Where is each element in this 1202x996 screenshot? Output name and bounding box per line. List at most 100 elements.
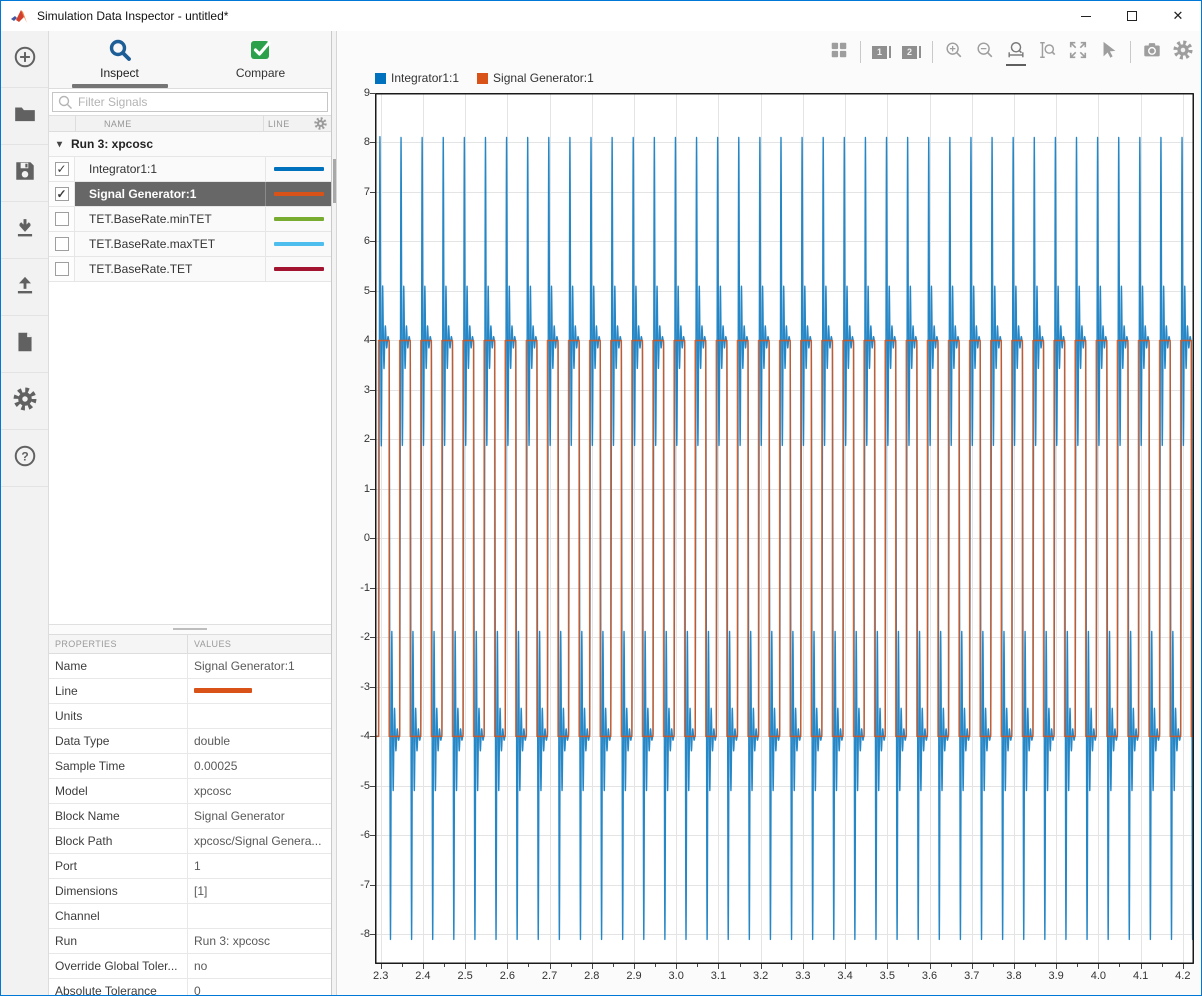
cursor-two-button[interactable]: 2 bbox=[902, 46, 921, 59]
y-tick-mark bbox=[370, 588, 375, 589]
signal-checkbox[interactable]: ✓ bbox=[55, 162, 69, 176]
property-value[interactable]: no bbox=[187, 954, 331, 978]
line-column-header[interactable]: LINE bbox=[263, 116, 309, 131]
horizontal-splitter[interactable] bbox=[49, 624, 331, 634]
fit-to-view-button[interactable] bbox=[1068, 40, 1088, 64]
property-row: Channel bbox=[49, 904, 331, 929]
new-session-button[interactable] bbox=[1, 31, 48, 88]
help-icon: ? bbox=[13, 444, 37, 473]
pointer-button[interactable] bbox=[1099, 40, 1119, 64]
toolbar-separator bbox=[860, 41, 861, 63]
preferences-icon bbox=[13, 387, 37, 416]
signal-checkbox[interactable]: ✓ bbox=[55, 187, 69, 201]
help-button[interactable]: ? bbox=[1, 430, 48, 487]
open-session-button[interactable] bbox=[1, 88, 48, 145]
property-label: Dimensions bbox=[49, 879, 187, 903]
export-data-button[interactable] bbox=[1, 259, 48, 316]
layout-button[interactable] bbox=[829, 40, 849, 64]
signal-name[interactable]: TET.BaseRate.TET bbox=[75, 257, 265, 281]
x-tick-label: 4.2 bbox=[1175, 970, 1190, 982]
signal-name[interactable]: Integrator1:1 bbox=[75, 157, 265, 181]
x-major-tick-mark bbox=[803, 964, 804, 969]
maximize-button[interactable] bbox=[1109, 1, 1155, 31]
x-minor-tick-mark bbox=[824, 964, 825, 967]
signal-line-cell[interactable] bbox=[265, 157, 331, 181]
minimize-button[interactable] bbox=[1063, 1, 1109, 31]
property-value[interactable]: 0.00025 bbox=[187, 754, 331, 778]
close-button[interactable]: ✕ bbox=[1155, 1, 1201, 31]
y-tick-mark bbox=[370, 340, 375, 341]
property-value[interactable]: Signal Generator:1 bbox=[187, 654, 331, 678]
preferences-button[interactable] bbox=[1, 373, 48, 430]
filter-signals-input[interactable] bbox=[78, 95, 327, 109]
tab-compare[interactable]: Compare bbox=[190, 31, 331, 88]
signal-checkbox[interactable] bbox=[55, 237, 69, 251]
zoom-out-button[interactable] bbox=[975, 40, 995, 64]
signal-row[interactable]: ✓ Integrator1:1 bbox=[49, 157, 331, 182]
x-major-tick-mark bbox=[592, 964, 593, 969]
save-session-button[interactable] bbox=[1, 145, 48, 202]
x-minor-tick-mark bbox=[866, 964, 867, 967]
property-value[interactable]: double bbox=[187, 729, 331, 753]
x-tick-label: 4.1 bbox=[1133, 970, 1148, 982]
plot-settings-button[interactable] bbox=[1173, 40, 1193, 64]
name-column-header[interactable]: NAME bbox=[75, 116, 263, 131]
signal-checkbox[interactable] bbox=[55, 212, 69, 226]
y-tick-mark bbox=[370, 439, 375, 440]
signal-row[interactable]: ✓ Signal Generator:1 bbox=[49, 182, 331, 207]
x-tick-label: 3.3 bbox=[795, 970, 810, 982]
window-title: Simulation Data Inspector - untitled* bbox=[37, 9, 228, 23]
signal-checkbox[interactable] bbox=[55, 262, 69, 276]
x-major-tick-mark bbox=[930, 964, 931, 969]
zoom-in-time-button[interactable] bbox=[1006, 40, 1026, 64]
y-tick-mark bbox=[370, 291, 375, 292]
property-value[interactable]: xpcosc bbox=[187, 779, 331, 803]
property-value[interactable] bbox=[187, 704, 331, 728]
x-tick-label: 3.5 bbox=[880, 970, 895, 982]
property-label: Line bbox=[49, 679, 187, 703]
title-bar: Simulation Data Inspector - untitled* ✕ bbox=[1, 1, 1201, 31]
signal-name[interactable]: TET.BaseRate.minTET bbox=[75, 207, 265, 231]
property-value[interactable]: 0 bbox=[187, 979, 331, 996]
legend-item: Signal Generator:1 bbox=[477, 71, 594, 85]
snapshot-button[interactable] bbox=[1142, 40, 1162, 64]
signal-plot-canvas[interactable] bbox=[375, 93, 1194, 964]
property-value[interactable]: Signal Generator bbox=[187, 804, 331, 828]
active-tab-indicator bbox=[72, 84, 168, 88]
property-value[interactable]: 1 bbox=[187, 854, 331, 878]
signal-row[interactable]: TET.BaseRate.minTET bbox=[49, 207, 331, 232]
zoom-in-y-button[interactable] bbox=[1037, 40, 1057, 64]
property-value[interactable]: [1] bbox=[187, 879, 331, 903]
x-tick-label: 3.8 bbox=[1006, 970, 1021, 982]
signal-line-cell[interactable] bbox=[265, 232, 331, 256]
run-group-row[interactable]: ▾ Run 3: xpcosc bbox=[49, 132, 331, 157]
property-value[interactable] bbox=[187, 679, 331, 703]
panel-scrollbar-thumb[interactable] bbox=[333, 159, 336, 203]
signal-line-cell[interactable] bbox=[265, 207, 331, 231]
signal-name[interactable]: Signal Generator:1 bbox=[75, 182, 265, 206]
signal-line-cell[interactable] bbox=[265, 257, 331, 281]
cursor-one-bar bbox=[889, 46, 891, 58]
import-data-button[interactable] bbox=[1, 202, 48, 259]
signal-checkbox-cell: ✓ bbox=[49, 157, 75, 181]
property-label: Block Name bbox=[49, 804, 187, 828]
zoom-in-y-icon bbox=[1037, 40, 1057, 65]
signal-name[interactable]: TET.BaseRate.maxTET bbox=[75, 232, 265, 256]
signal-row[interactable]: TET.BaseRate.TET bbox=[49, 257, 331, 282]
property-value[interactable]: xpcosc/Signal Genera... bbox=[187, 829, 331, 853]
create-report-icon bbox=[13, 330, 37, 359]
y-tick-mark bbox=[370, 241, 375, 242]
x-major-tick-mark bbox=[1098, 964, 1099, 969]
create-report-button[interactable] bbox=[1, 316, 48, 373]
cursor-one-button[interactable]: 1 bbox=[872, 46, 891, 59]
signal-line-cell[interactable] bbox=[265, 182, 331, 206]
tab-inspect[interactable]: Inspect bbox=[49, 31, 190, 88]
collapse-arrow-icon[interactable]: ▾ bbox=[57, 139, 67, 150]
property-value[interactable] bbox=[187, 904, 331, 928]
column-settings-gear-icon[interactable] bbox=[314, 117, 327, 130]
signal-row[interactable]: TET.BaseRate.maxTET bbox=[49, 232, 331, 257]
property-value[interactable]: Run 3: xpcosc bbox=[187, 929, 331, 953]
y-tick-mark bbox=[370, 736, 375, 737]
panel-tabs: Inspect Compare bbox=[49, 31, 331, 89]
zoom-in-button[interactable] bbox=[944, 40, 964, 64]
